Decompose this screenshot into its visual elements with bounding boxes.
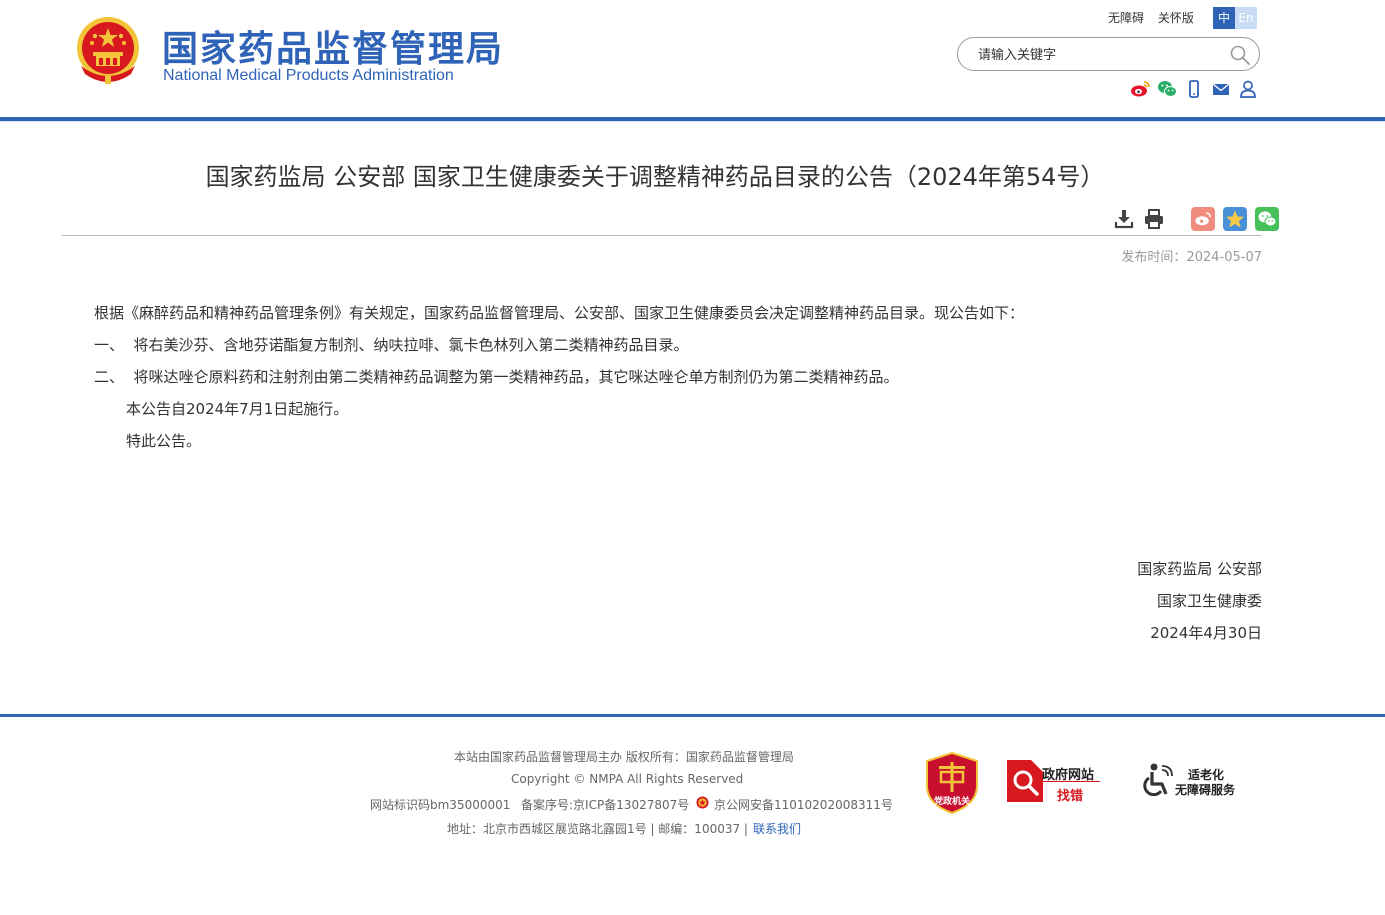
error-badge-subtitle: 找错: [1057, 789, 1084, 804]
article-title: 国家药监局 公安部 国家卫生健康委关于调整精神药品目录的公告（2024年第54号…: [205, 163, 1105, 191]
social-links: [1130, 79, 1258, 99]
article-paragraph: 特此公告。: [126, 432, 202, 450]
download-icon[interactable]: [1113, 208, 1135, 230]
footer-icp-link[interactable]: 备案序号:京ICP备13027807号: [521, 796, 689, 813]
publish-date-value: 2024-05-07: [1186, 250, 1262, 265]
party-badge-label: 党政机关: [933, 797, 970, 807]
weibo-icon[interactable]: [1130, 79, 1150, 99]
lang-zh-button[interactable]: 中: [1213, 7, 1235, 29]
accessibility-badge[interactable]: 适老化 无障碍服务: [1137, 760, 1247, 802]
mail-icon[interactable]: [1211, 79, 1231, 99]
publish-date: 发布时间：2024-05-07: [1121, 246, 1262, 265]
language-switch: 中 En: [1213, 7, 1257, 29]
lang-en-button[interactable]: En: [1235, 7, 1257, 29]
publish-date-label: 发布时间：: [1121, 250, 1187, 265]
user-icon[interactable]: [1238, 79, 1258, 99]
qzone-share-icon[interactable]: [1223, 207, 1247, 231]
gov-site-error-badge[interactable]: 政府网站 找错: [1005, 758, 1105, 804]
search-input[interactable]: [976, 44, 1220, 66]
article-paragraph: 根据《麻醉药品和精神药品管理条例》有关规定，国家药品监督管理局、公安部、国家卫生…: [94, 304, 1025, 322]
footer-police-link[interactable]: 京公网安备11010202008311号: [714, 796, 893, 813]
search-box: [957, 37, 1260, 71]
signature-date: 2024年4月30日: [1150, 624, 1262, 642]
wechat-icon[interactable]: [1157, 79, 1177, 99]
wechat-share-icon[interactable]: [1255, 207, 1279, 231]
accessibility-link[interactable]: 无障碍: [1108, 11, 1144, 25]
article-toolbar: [1113, 207, 1279, 231]
header-divider-shadow: [0, 121, 1385, 122]
title-divider: [62, 235, 1262, 236]
top-links: 无障碍 关怀版: [1108, 9, 1204, 26]
article-paragraph: 一、 将右美沙芬、含地芬诺酯复方制剂、纳呋拉啡、氯卡色林列入第二类精神药品目录。: [94, 336, 689, 354]
police-badge-icon: [696, 796, 709, 809]
site-name-cn[interactable]: 国家药品监督管理局: [162, 20, 504, 72]
article-paragraph: 二、 将咪达唑仑原料药和注射剂由第二类精神药品调整为第一类精神药品，其它咪达唑仑…: [94, 368, 899, 386]
footer-sponsor: 本站由国家药品监督管理局主办 版权所有：国家药品监督管理局: [454, 750, 794, 764]
party-government-badge[interactable]: 党政机关: [925, 751, 979, 815]
access-badge-subtitle: 无障碍服务: [1175, 783, 1236, 797]
mobile-icon[interactable]: [1184, 79, 1204, 99]
footer-divider: [0, 714, 1385, 717]
elder-mode-link[interactable]: 关怀版: [1158, 11, 1194, 25]
footer-address: 地址：北京市西城区展览路北露园1号 | 邮编：100037 |: [447, 822, 748, 836]
signature-line: 国家卫生健康委: [1156, 592, 1262, 610]
weibo-share-icon[interactable]: [1191, 207, 1215, 231]
article-paragraph: 本公告自2024年7月1日起施行。: [126, 400, 349, 418]
national-emblem-logo: [77, 17, 139, 84]
site-name-en[interactable]: National Medical Products Administration: [163, 67, 454, 85]
footer-copyright: Copyright © NMPA All Rights Reserved: [511, 772, 744, 786]
signature-line: 国家药监局 公安部: [1137, 560, 1262, 578]
contact-us-link[interactable]: 联系我们: [753, 820, 801, 837]
print-icon[interactable]: [1143, 208, 1165, 230]
footer-site-id: 网站标识码bm35000001: [370, 798, 511, 812]
search-icon[interactable]: [1229, 44, 1251, 66]
error-badge-rule: [1042, 781, 1100, 782]
